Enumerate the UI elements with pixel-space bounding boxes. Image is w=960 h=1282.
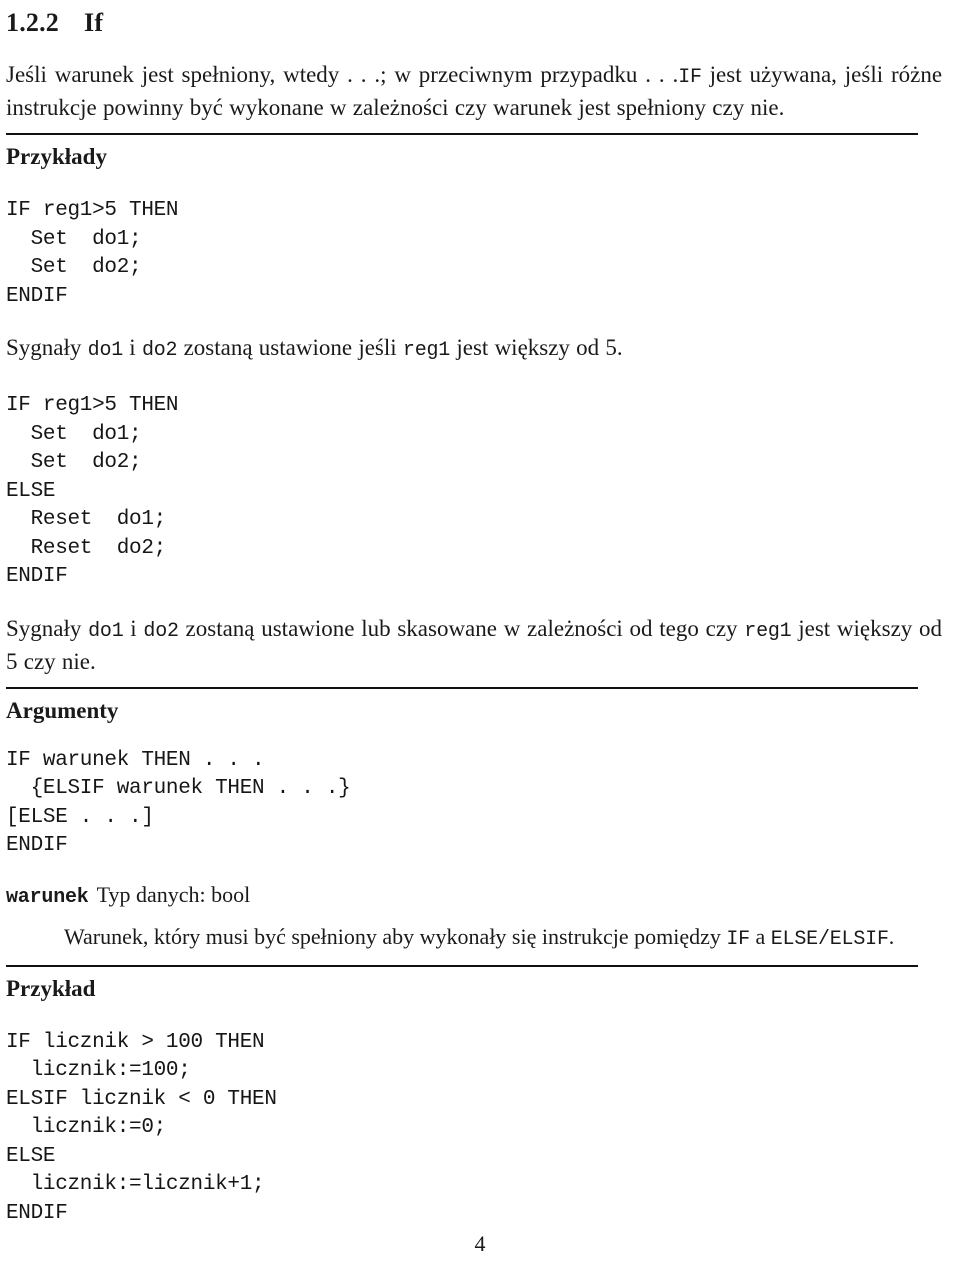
- code-block-example-2: IF reg1>5 THEN Set do1; Set do2; ELSE Re…: [6, 394, 179, 588]
- inline-code-reg1-2: reg1: [744, 619, 792, 643]
- page-number: 4: [474, 1231, 486, 1256]
- inline-code-if: IF: [678, 66, 702, 89]
- desc1-text-c: zostaną ustawione jeśli: [177, 335, 403, 360]
- inline-code-do1-2: do1: [88, 619, 124, 643]
- inline-code-reg1: reg1: [402, 339, 451, 362]
- desc1-text-d: jest większy od 5.: [450, 335, 623, 360]
- ellipsis-glyph-2: . . .: [645, 62, 679, 87]
- code-block-example-3: IF licznik > 100 THEN licznik:=100; ELSI…: [6, 1030, 277, 1225]
- page-title: 1.2.2 If: [6, 8, 942, 38]
- intro-paragraph: Jeśli warunek jest spełniony, wtedy . . …: [6, 60, 942, 123]
- argdesc-text-b: a: [749, 923, 771, 949]
- section-divider-1: [6, 133, 918, 135]
- subsection-heading-arguments: Argumenty: [6, 697, 119, 723]
- desc2-text-b: i: [123, 615, 144, 641]
- code-block-example-1: IF reg1>5 THEN Set do1; Set do2; ENDIF: [6, 199, 179, 308]
- section-number: 1.2.2: [6, 8, 59, 37]
- argument-type: Typ danych: bool: [96, 881, 251, 907]
- argument-description: Warunek, który musi być spełniony aby wy…: [64, 922, 942, 955]
- argument-name: warunek: [6, 885, 89, 909]
- desc1-text-b: i: [123, 335, 142, 360]
- example-1-description: Sygnały do1 i do2 zostaną ustawione jeśl…: [6, 333, 942, 366]
- argument-definition: warunek Typ danych: bool: [6, 881, 942, 912]
- code-block-syntax: IF warunek THEN . . . {ELSIF warunek THE…: [6, 748, 351, 858]
- desc2-text-a: Sygnały: [6, 615, 89, 641]
- subsection-heading-examples: Przykłady: [6, 144, 107, 169]
- argdesc-text-c: .: [888, 923, 895, 949]
- inline-code-do2: do2: [141, 339, 178, 362]
- desc2-text-c: zostaną ustawione lub skasowane w zależn…: [178, 615, 745, 641]
- section-title: If: [84, 8, 104, 37]
- desc1-text-a: Sygnały: [6, 335, 88, 360]
- subsection-heading-example: Przykład: [6, 975, 96, 1001]
- argdesc-text-a: Warunek, który musi być spełniony aby wy…: [64, 923, 727, 949]
- inline-code-do2-2: do2: [143, 619, 179, 643]
- inline-code-do1: do1: [87, 339, 124, 362]
- section-divider-2: [6, 686, 918, 689]
- ellipsis-glyph-1: . . .: [347, 62, 381, 87]
- intro-text-part1: Jeśli warunek jest spełniony, wtedy: [6, 62, 348, 87]
- document-page: 1.2.2 If Jeśli warunek jest spełniony, wt…: [0, 8, 960, 1282]
- inline-code-if-2: IF: [726, 927, 750, 951]
- example-2-description: Sygnały do1 i do2 zostaną ustawione lub …: [6, 614, 942, 677]
- inline-code-else-elsif: ELSE/ELSIF: [770, 927, 889, 951]
- intro-text-part2: ; w przeciwnym przypadku: [380, 62, 646, 87]
- section-divider-3: [6, 964, 918, 967]
